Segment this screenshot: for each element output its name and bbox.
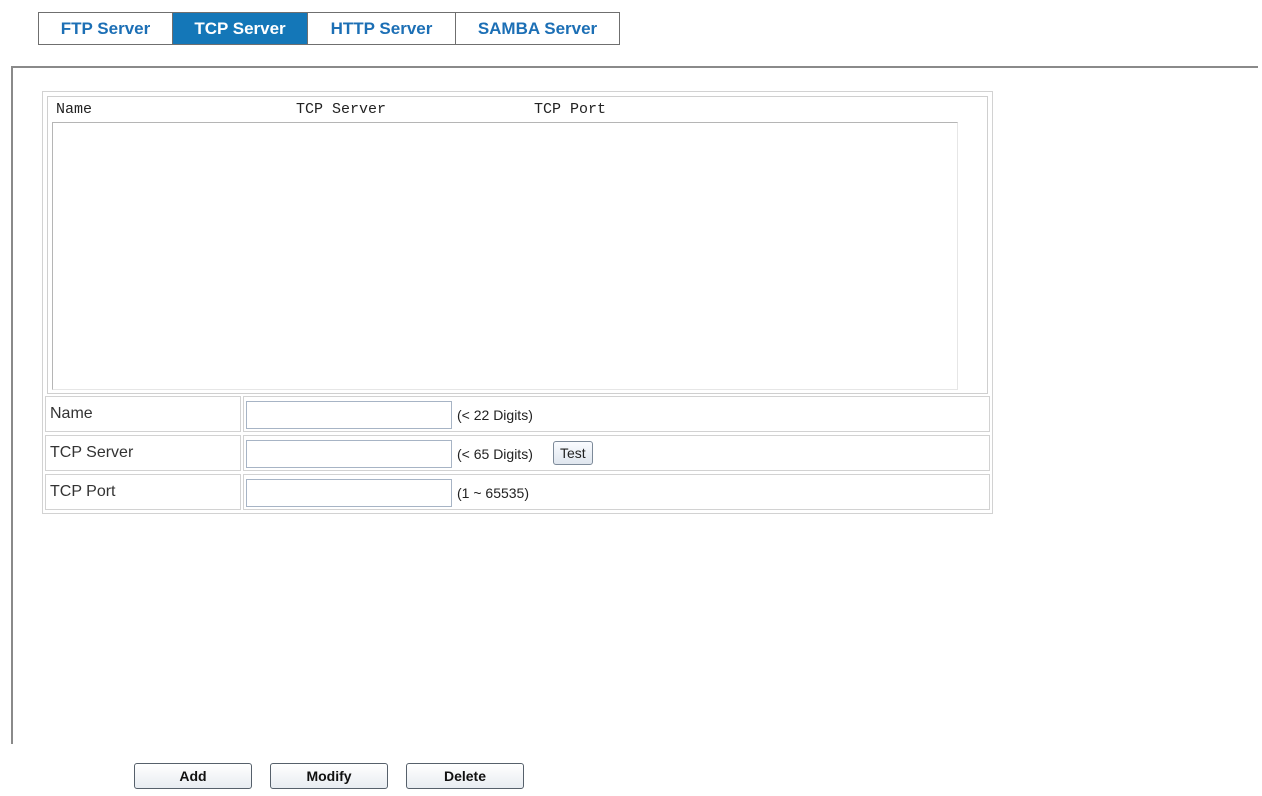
tcp-server-field-cell: (< 65 Digits) Test — [243, 435, 990, 471]
tcp-port-hint: (1 ~ 65535) — [457, 485, 529, 501]
tcp-port-row: TCP Port (1 ~ 65535) — [43, 474, 992, 512]
name-hint: (< 22 Digits) — [457, 407, 533, 423]
tcp-port-field-cell: (1 ~ 65535) — [243, 474, 990, 510]
modify-button[interactable]: Modify — [270, 763, 388, 789]
tcp-server-label: TCP Server — [45, 435, 241, 471]
name-input[interactable] — [246, 401, 452, 429]
tcp-server-list-area[interactable] — [52, 122, 958, 390]
column-header-tcp-server: TCP Server — [296, 101, 387, 118]
add-button[interactable]: Add — [134, 763, 252, 789]
tcp-server-input[interactable] — [246, 440, 452, 468]
name-label: Name — [45, 396, 241, 432]
tcp-port-label: TCP Port — [45, 474, 241, 510]
tcp-server-row: TCP Server (< 65 Digits) Test — [43, 435, 992, 473]
tab-samba-server[interactable]: SAMBA Server — [456, 13, 619, 44]
list-header: Name TCP Server TCP Port — [48, 97, 987, 121]
tab-tcp-server[interactable]: TCP Server — [173, 13, 308, 44]
name-row: Name (< 22 Digits) — [43, 396, 992, 434]
tcp-server-panel: Name TCP Server TCP Port Name (< 22 Digi… — [11, 66, 1258, 744]
name-field-cell: (< 22 Digits) — [243, 396, 990, 432]
tcp-server-list: Name TCP Server TCP Port — [47, 96, 988, 394]
test-button[interactable]: Test — [553, 441, 593, 465]
delete-button[interactable]: Delete — [406, 763, 524, 789]
tcp-port-input[interactable] — [246, 479, 452, 507]
column-header-tcp-port: TCP Port — [534, 101, 607, 118]
tab-http-server[interactable]: HTTP Server — [308, 13, 456, 44]
tcp-server-settings-page: FTP Server TCP Server HTTP Server SAMBA … — [0, 0, 1262, 796]
column-header-name: Name — [56, 101, 93, 118]
tab-ftp-server[interactable]: FTP Server — [39, 13, 173, 44]
server-tabs: FTP Server TCP Server HTTP Server SAMBA … — [38, 12, 620, 45]
tcp-server-hint: (< 65 Digits) — [457, 446, 533, 462]
tcp-server-form: Name TCP Server TCP Port Name (< 22 Digi… — [42, 91, 993, 514]
